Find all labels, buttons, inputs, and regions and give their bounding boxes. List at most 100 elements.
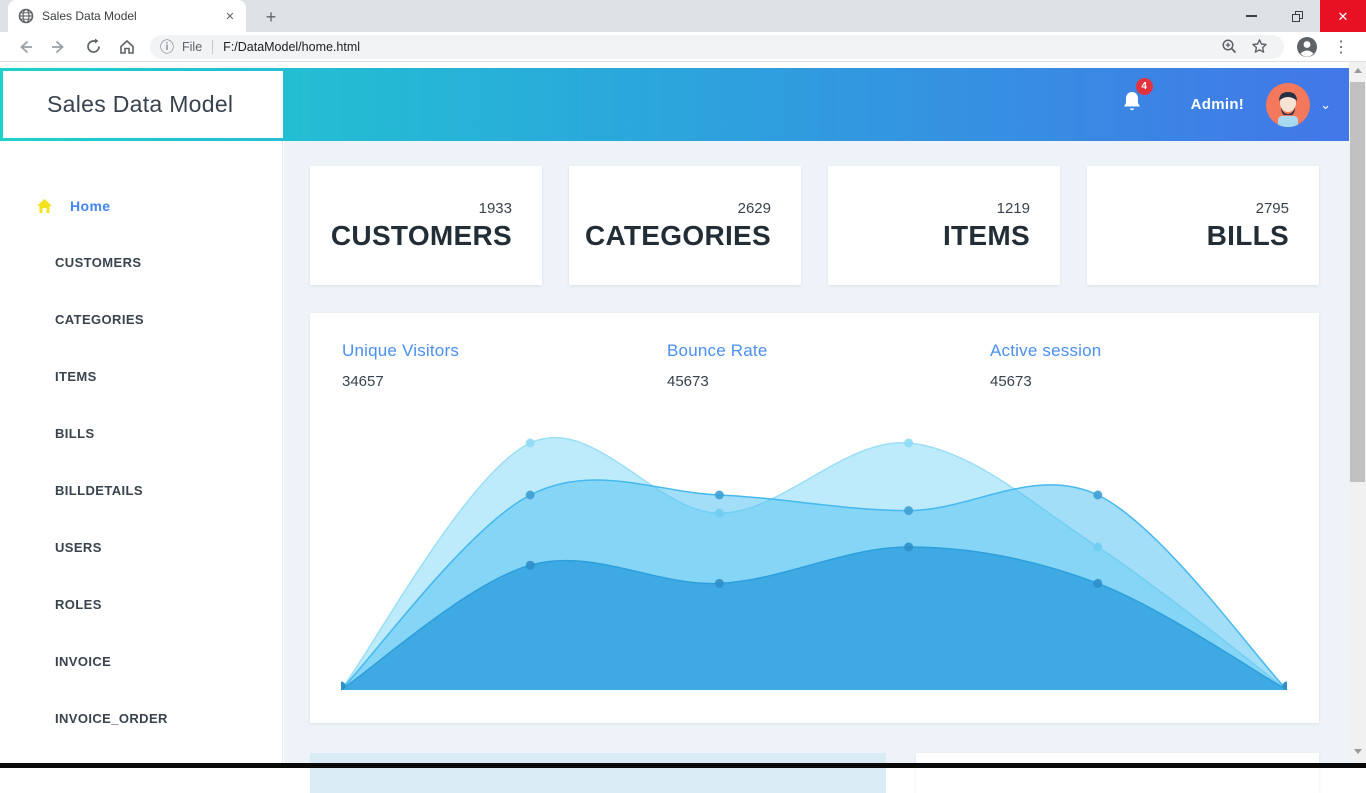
- scroll-up-icon: [1354, 68, 1362, 73]
- minimize-icon: [1246, 15, 1257, 17]
- sidebar-nav: Home CUSTOMERS CATEGORIES ITEMS BILLS BI…: [0, 177, 282, 747]
- browser-toolbar: ⓘ File F:/DataModel/home.html ⋮: [0, 32, 1366, 62]
- stat-card-bills: 2795 BILLS: [1087, 166, 1319, 285]
- sidebar-item-customers[interactable]: CUSTOMERS: [0, 234, 282, 291]
- metric-unique-visitors: Unique Visitors 34657: [342, 341, 459, 390]
- sidebar-item-invoice[interactable]: INVOICE: [0, 633, 282, 690]
- sidebar-item-users[interactable]: USERS: [0, 519, 282, 576]
- page-info-icon[interactable]: ⓘ: [160, 37, 174, 57]
- globe-favicon-icon: [18, 8, 34, 24]
- metric-value: 34657: [342, 373, 459, 390]
- metric-active-session: Active session 45673: [990, 341, 1101, 390]
- address-bar[interactable]: ⓘ File F:/DataModel/home.html: [150, 35, 1284, 59]
- sidebar-item-label: INVOICE_ORDER: [55, 711, 168, 726]
- avatar-person-icon: [1266, 83, 1310, 127]
- user-menu-chevron-icon[interactable]: ⌄: [1320, 97, 1331, 113]
- stat-card-items: 1219 ITEMS: [828, 166, 1060, 285]
- sidebar: Home CUSTOMERS CATEGORIES ITEMS BILLS BI…: [0, 141, 283, 764]
- stat-value: 1219: [997, 200, 1030, 217]
- metric-label: Unique Visitors: [342, 341, 459, 361]
- scroll-down-icon: [1354, 749, 1362, 754]
- back-button[interactable]: [12, 34, 38, 60]
- header-actions: 4 Admin! ⌄: [1121, 68, 1331, 141]
- bottom-card-partial-left: [310, 753, 886, 793]
- app-header: Sales Data Model 4 Admin!: [0, 68, 1349, 141]
- stat-label: ITEMS: [943, 220, 1030, 252]
- metric-value: 45673: [667, 373, 768, 390]
- bottom-card-partial-right: [916, 753, 1319, 793]
- zoom-magnifier-icon: [1221, 38, 1238, 55]
- window-controls: ✕: [1228, 0, 1366, 32]
- new-tab-button[interactable]: +: [258, 4, 284, 30]
- sidebar-item-label: ROLES: [55, 597, 102, 612]
- profile-button[interactable]: [1294, 34, 1320, 60]
- profile-avatar-icon: [1296, 36, 1318, 58]
- url-text[interactable]: F:/DataModel/home.html: [223, 40, 1214, 54]
- area-wave-chart: [341, 430, 1287, 690]
- sidebar-item-label: BILLDETAILS: [55, 483, 143, 498]
- sidebar-item-label: CUSTOMERS: [55, 255, 141, 270]
- restore-button[interactable]: [1274, 0, 1320, 32]
- zoom-indicator-button[interactable]: [1216, 34, 1242, 60]
- tab-strip: Sales Data Model ✕ + ✕: [0, 0, 1366, 32]
- sidebar-item-label: INVOICE: [55, 654, 111, 669]
- stat-label: BILLS: [1207, 220, 1289, 252]
- star-icon: [1251, 38, 1268, 55]
- sidebar-item-billdetails[interactable]: BILLDETAILS: [0, 462, 282, 519]
- user-name-label: Admin!: [1191, 96, 1244, 113]
- main-content: 1933 CUSTOMERS 2629 CATEGORIES 1219 ITEM…: [284, 141, 1349, 764]
- sidebar-item-label: USERS: [55, 540, 102, 555]
- metric-label: Active session: [990, 341, 1101, 361]
- url-separator: [212, 40, 213, 54]
- metric-value: 45673: [990, 373, 1101, 390]
- visitors-chart-card: Unique Visitors 34657 Bounce Rate 45673 …: [310, 313, 1319, 723]
- tab-close-icon[interactable]: ✕: [222, 8, 238, 24]
- sidebar-item-bills[interactable]: BILLS: [0, 405, 282, 462]
- user-avatar[interactable]: [1266, 83, 1310, 127]
- home-button[interactable]: [114, 34, 140, 60]
- restore-icon: [1292, 11, 1303, 22]
- sidebar-item-invoice-order[interactable]: INVOICE_ORDER: [0, 690, 282, 747]
- forward-button[interactable]: [46, 34, 72, 60]
- home-icon: [118, 38, 136, 56]
- sidebar-item-home[interactable]: Home: [0, 177, 282, 234]
- scrollbar-thumb[interactable]: [1350, 82, 1365, 482]
- notification-badge: 4: [1136, 78, 1153, 95]
- stat-label: CUSTOMERS: [331, 220, 512, 252]
- sidebar-item-categories[interactable]: CATEGORIES: [0, 291, 282, 348]
- stat-label: CATEGORIES: [585, 220, 771, 252]
- sidebar-item-label: BILLS: [55, 426, 95, 441]
- sidebar-item-label: ITEMS: [55, 369, 97, 384]
- close-button[interactable]: ✕: [1320, 0, 1366, 32]
- close-icon: ✕: [1338, 10, 1349, 23]
- browser-tab[interactable]: Sales Data Model ✕: [8, 0, 246, 32]
- scrollbar-down-button[interactable]: [1349, 743, 1366, 760]
- sidebar-item-label: Home: [70, 198, 111, 214]
- refresh-icon: [85, 38, 102, 55]
- stat-card-customers: 1933 CUSTOMERS: [310, 166, 542, 285]
- bookmark-button[interactable]: [1246, 34, 1272, 60]
- scrollbar-up-button[interactable]: [1349, 62, 1366, 79]
- stat-value: 1933: [479, 200, 512, 217]
- url-scheme-label: File: [182, 40, 202, 54]
- brand-box: Sales Data Model: [3, 71, 283, 138]
- back-icon: [16, 38, 34, 56]
- browser-window: Sales Data Model ✕ + ✕ ⓘ File F: [0, 0, 1366, 768]
- sidebar-item-items[interactable]: ITEMS: [0, 348, 282, 405]
- stat-value: 2795: [1256, 200, 1289, 217]
- bottom-black-bar: [0, 763, 1366, 768]
- browser-menu-button[interactable]: ⋮: [1328, 34, 1354, 60]
- notifications-button[interactable]: 4: [1121, 90, 1143, 119]
- stat-value: 2629: [738, 200, 771, 217]
- brand-title: Sales Data Model: [47, 91, 233, 118]
- metric-label: Bounce Rate: [667, 341, 768, 361]
- tab-title: Sales Data Model: [42, 9, 222, 23]
- minimize-button[interactable]: [1228, 0, 1274, 32]
- sidebar-item-label: CATEGORIES: [55, 312, 144, 327]
- sidebar-item-roles[interactable]: ROLES: [0, 576, 282, 633]
- home-house-icon: [36, 198, 53, 214]
- stat-card-categories: 2629 CATEGORIES: [569, 166, 801, 285]
- forward-icon: [50, 38, 68, 56]
- page-scrollbar[interactable]: [1349, 62, 1366, 764]
- refresh-button[interactable]: [80, 34, 106, 60]
